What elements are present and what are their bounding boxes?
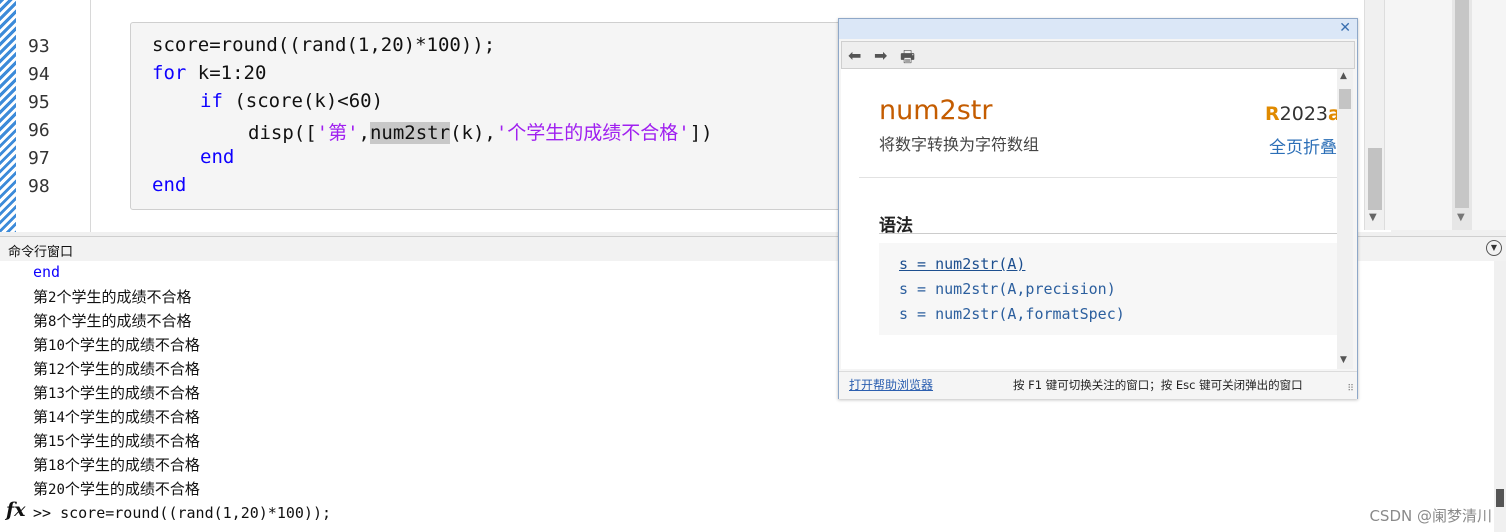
syntax-line: s = num2str(A,precision) xyxy=(899,280,1116,298)
string-literal: '个学生的成绩不合格' xyxy=(495,122,690,144)
scrollbar-thumb[interactable] xyxy=(1339,89,1351,109)
output-line: 第2个学生的成绩不合格 xyxy=(33,288,192,306)
output-line: 第18个学生的成绩不合格 xyxy=(33,456,200,474)
output-line: 第15个学生的成绩不合格 xyxy=(33,432,200,450)
collapse-all-link[interactable]: 全页折叠 xyxy=(1269,133,1337,158)
command-prompt-input[interactable]: >> score=round((rand(1,20)*100)); xyxy=(33,504,331,522)
divider xyxy=(879,233,1337,234)
scroll-up-icon[interactable]: ▲ xyxy=(1340,71,1347,81)
code-line-96[interactable]: disp(['第',num2str(k),'个学生的成绩不合格']) xyxy=(248,118,713,145)
output-line: 第12个学生的成绩不合格 xyxy=(33,360,200,378)
keyword: end xyxy=(200,146,235,168)
watermark: CSDN @阑梦清川 xyxy=(1369,507,1492,525)
popup-scrollbar[interactable]: ▲ ▼ xyxy=(1337,69,1353,369)
scrollbar-thumb[interactable] xyxy=(1368,148,1382,210)
line-number: 97 xyxy=(28,148,50,169)
highlighted-function[interactable]: num2str xyxy=(369,122,451,144)
output-line: 第14个学生的成绩不合格 xyxy=(33,408,200,426)
output-line: 第10个学生的成绩不合格 xyxy=(33,336,200,354)
keyword: end xyxy=(152,174,187,196)
keyword: if xyxy=(200,90,223,112)
syntax-line-link[interactable]: s = num2str(A) xyxy=(899,255,1025,273)
code-line-98[interactable]: end xyxy=(152,174,186,196)
code-line-93[interactable]: score=round((rand(1,20)*100)); xyxy=(152,34,495,56)
output-line: 第20个学生的成绩不合格 xyxy=(33,480,200,498)
line-number: 95 xyxy=(28,92,50,113)
line-number-gutter: 93 94 95 96 97 98 xyxy=(16,0,90,232)
scroll-down-icon[interactable]: ▼ xyxy=(1340,355,1347,365)
output-line: end xyxy=(33,263,61,281)
scroll-down-icon[interactable]: ▼ xyxy=(1457,212,1465,223)
line-number: 93 xyxy=(28,36,50,57)
popup-footer: 打开帮助浏览器 按 F1 键可切换关注的窗口；按 Esc 键可关闭弹出的窗口 ⠿ xyxy=(839,371,1357,399)
line-number: 94 xyxy=(28,64,50,85)
resize-grip-icon[interactable]: ⠿ xyxy=(1347,384,1354,394)
line-number: 96 xyxy=(28,120,50,141)
code-line-95[interactable]: if (score(k)<60) xyxy=(200,90,383,112)
output-line: 第8个学生的成绩不合格 xyxy=(33,312,192,330)
editor-scrollbar[interactable]: ▼ xyxy=(1364,0,1385,230)
code-line-97[interactable]: end xyxy=(200,146,234,168)
divider xyxy=(859,177,1337,178)
back-icon[interactable]: ⬅ xyxy=(848,46,861,65)
command-window-title: 命令行窗口 xyxy=(8,245,74,260)
close-icon[interactable]: ✕ xyxy=(1339,20,1351,36)
function-description: 将数字转换为字符数组 xyxy=(879,135,1040,154)
scroll-down-icon[interactable]: ▼ xyxy=(1369,212,1377,223)
syntax-block: s = num2str(A) s = num2str(A,precision) … xyxy=(879,243,1337,335)
command-window-scrollbar[interactable] xyxy=(1494,261,1506,532)
line-number: 98 xyxy=(28,176,50,197)
open-help-browser-link[interactable]: 打开帮助浏览器 xyxy=(849,376,933,393)
editor-change-margin xyxy=(0,0,16,232)
footer-tip: 按 F1 键可切换关注的窗口；按 Esc 键可关闭弹出的窗口 xyxy=(1013,378,1303,392)
function-title: num2str xyxy=(879,95,993,126)
function-browser-icon[interactable]: fx xyxy=(6,499,26,521)
panel-actions-icon[interactable]: ▼ xyxy=(1486,240,1502,256)
output-line: 第13个学生的成绩不合格 xyxy=(33,384,200,402)
help-content: num2str 将数字转换为字符数组 R2023a 全页折叠 语法 s = nu… xyxy=(841,69,1337,369)
scrollbar-thumb[interactable] xyxy=(1455,0,1469,208)
code-line-94[interactable]: for k=1:20 xyxy=(152,62,266,84)
side-panel-scrollbar[interactable]: ▼ xyxy=(1452,0,1472,230)
keyword: for xyxy=(152,62,187,84)
side-panel xyxy=(1384,0,1506,230)
string-literal: '第' xyxy=(316,122,359,144)
forward-icon[interactable]: ➡ xyxy=(874,46,887,65)
popup-toolbar: ⬅ ➡ 🖶 xyxy=(841,41,1355,69)
release-badge: R2023a xyxy=(1265,103,1337,125)
popup-titlebar: ✕ xyxy=(839,19,1357,39)
syntax-line: s = num2str(A,formatSpec) xyxy=(899,305,1125,323)
scrollbar-thumb[interactable] xyxy=(1496,489,1504,507)
function-help-popup[interactable]: ✕ ⬅ ➡ 🖶 num2str 将数字转换为字符数组 R2023a 全页折叠 语… xyxy=(838,18,1358,399)
